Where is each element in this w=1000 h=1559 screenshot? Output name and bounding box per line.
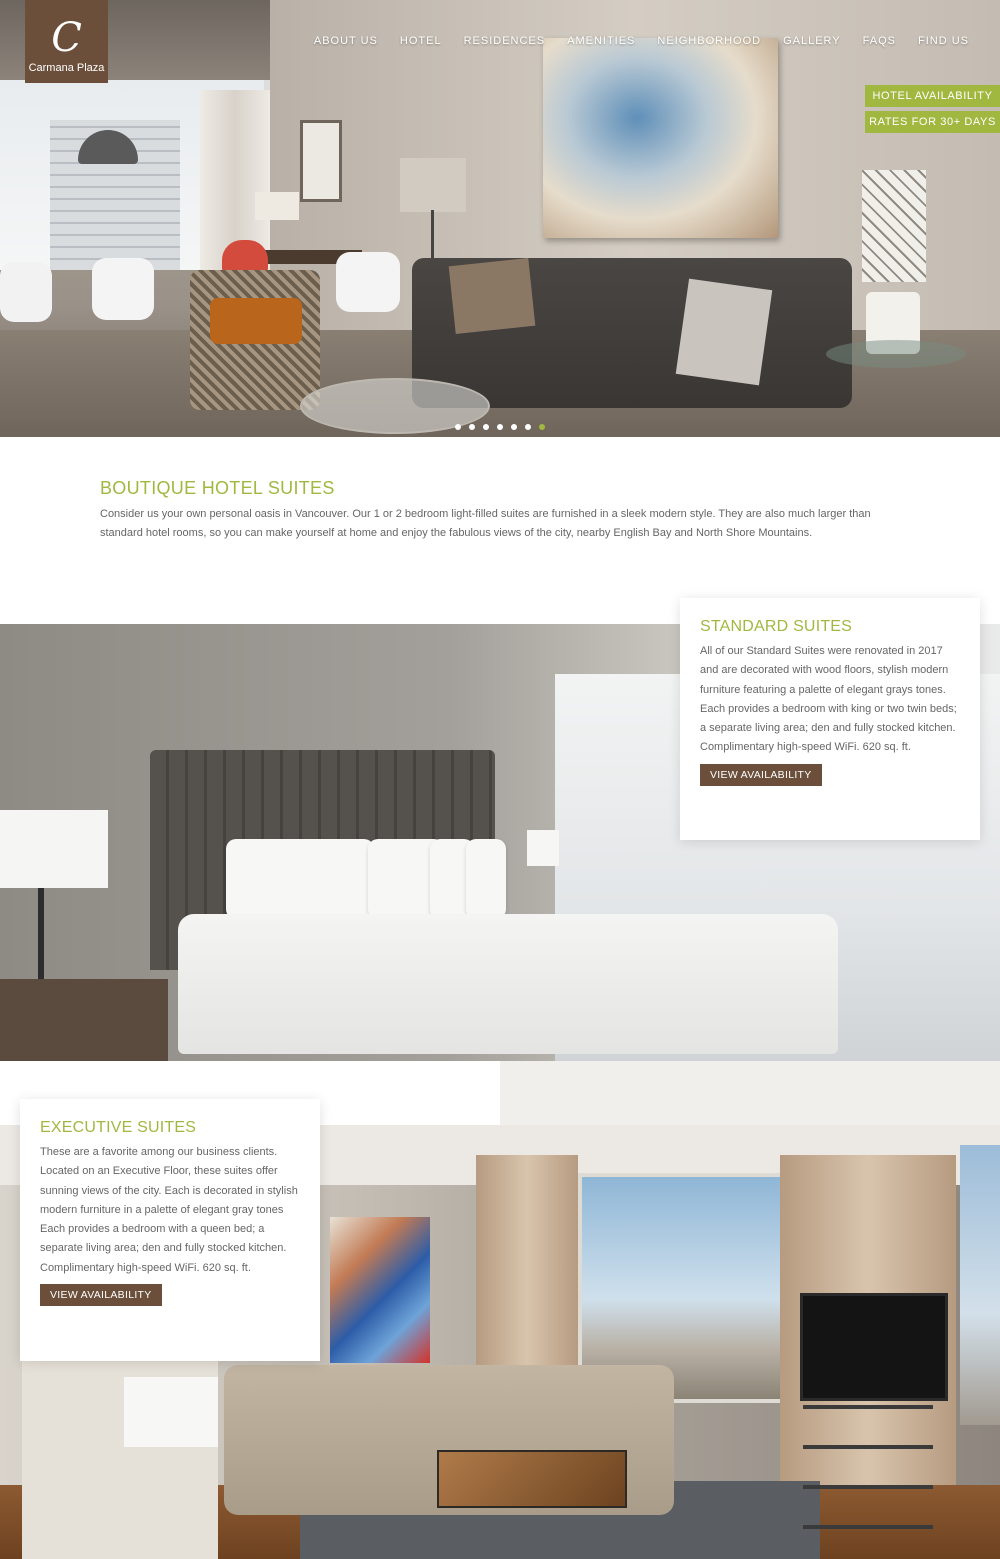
pillow [466, 839, 506, 919]
intro-body: Consider us your own personal oasis in V… [100, 508, 871, 539]
tv-stand [803, 1405, 933, 1535]
nav-gallery[interactable]: GALLERY [783, 35, 841, 47]
throw-pillow [448, 258, 536, 334]
red-chair [222, 240, 268, 274]
hotel-availability-button[interactable]: HOTEL AVAILABILITY [865, 85, 1000, 107]
logo-name: Carmana Plaza [28, 62, 105, 74]
dining-chair [336, 252, 400, 312]
side-table [826, 340, 966, 368]
rates-30-days-button[interactable]: RATES FOR 30+ DAYS [865, 111, 1000, 133]
nav-find-us[interactable]: FIND US [918, 35, 969, 47]
armchair [190, 270, 320, 410]
logo-monogram: C [51, 15, 82, 61]
nav-amenities[interactable]: AMENITIES [567, 35, 635, 47]
slider-dots [455, 424, 545, 430]
nav-faqs[interactable]: FAQS [863, 35, 896, 47]
section-divider-band [500, 1061, 1000, 1125]
bed [124, 1377, 218, 1447]
intro-section: BOUTIQUE HOTEL SUITES Consider us your o… [100, 478, 900, 543]
dining-chair [92, 258, 154, 320]
executive-suites-title: EXECUTIVE SUITES [40, 1119, 197, 1136]
standard-suites-card: STANDARD SUITES All of our Standard Suit… [680, 598, 980, 840]
coffee-table [437, 1450, 627, 1508]
executive-view-availability-button[interactable]: VIEW AVAILABILITY [40, 1284, 162, 1307]
bed [178, 914, 838, 1054]
intro-title: BOUTIQUE HOTEL SUITES [100, 478, 335, 498]
nav-residences[interactable]: RESIDENCES [464, 35, 546, 47]
sofa [412, 258, 852, 408]
standard-suites-body: All of our Standard Suites were renovate… [700, 645, 957, 754]
table-lamp-stem [38, 888, 44, 988]
slider-dot[interactable] [511, 424, 517, 430]
small-framed-art [300, 120, 342, 202]
executive-suites-card: EXECUTIVE SUITES These are a favorite am… [20, 1099, 320, 1361]
adjoining-bedroom [22, 1355, 218, 1559]
abstract-painting [543, 38, 778, 238]
hero-slider[interactable] [0, 0, 1000, 437]
wall-art [330, 1217, 430, 1363]
main-nav: ABOUT US HOTEL RESIDENCES AMENITIES NEIG… [292, 35, 969, 47]
slider-dot[interactable] [525, 424, 531, 430]
desk-lamp [255, 192, 299, 220]
television [800, 1293, 948, 1401]
slider-dot[interactable] [539, 424, 545, 430]
nightstand [0, 979, 168, 1061]
pillow [226, 839, 374, 919]
orange-cushion [210, 298, 302, 344]
throw-pillow [675, 278, 773, 386]
slider-dot[interactable] [497, 424, 503, 430]
floor-lamp-shade [400, 158, 466, 212]
nav-hotel[interactable]: HOTEL [400, 35, 442, 47]
slider-dot[interactable] [483, 424, 489, 430]
side-window [960, 1145, 1000, 1425]
patterned-lamp-shade [862, 170, 926, 282]
executive-suites-body: These are a favorite among our business … [40, 1146, 298, 1274]
table-lamp-shade [0, 810, 108, 888]
nav-neighborhood[interactable]: NEIGHBORHOOD [657, 35, 761, 47]
standard-view-availability-button[interactable]: VIEW AVAILABILITY [700, 763, 822, 786]
standard-suites-title: STANDARD SUITES [700, 618, 853, 635]
bedside-lamp [527, 830, 559, 866]
dining-chair [0, 262, 52, 322]
slider-dot[interactable] [469, 424, 475, 430]
logo[interactable]: C Carmana Plaza [25, 0, 108, 83]
slider-dot[interactable] [455, 424, 461, 430]
nav-about-us[interactable]: ABOUT US [314, 35, 378, 47]
